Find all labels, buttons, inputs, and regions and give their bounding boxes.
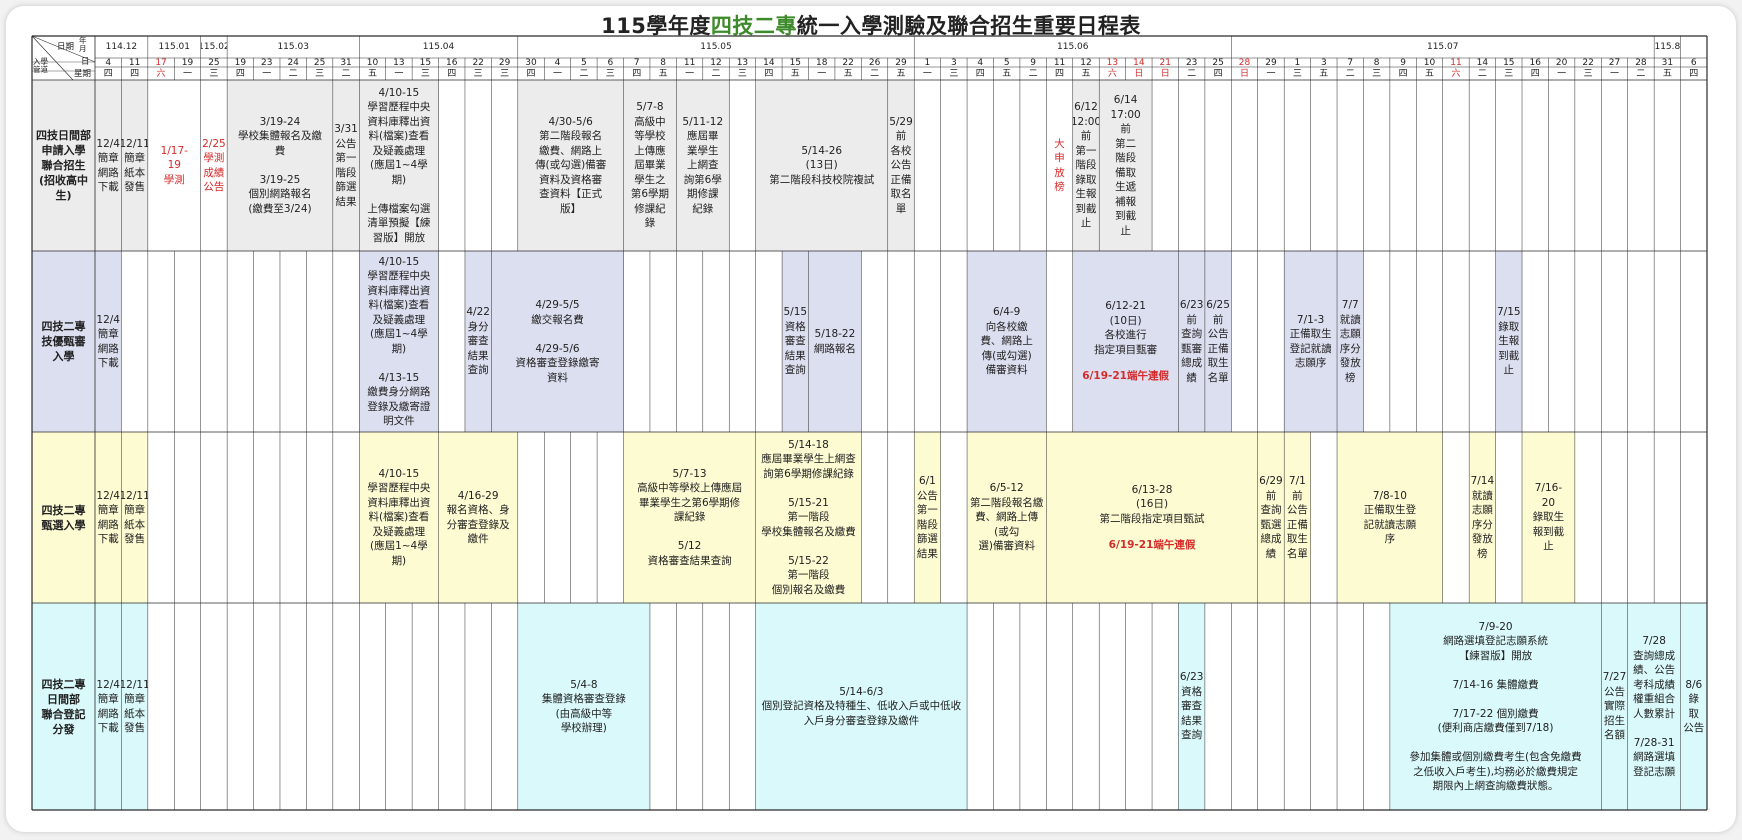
title-suffix: 統一入學測驗及聯合招生重要日程表 — [796, 14, 1141, 38]
title-prefix: 115學年度 — [601, 14, 711, 38]
document-card — [6, 6, 1736, 832]
page-title: 115學年度四技二專統一入學測驗及聯合招生重要日程表 — [0, 10, 1742, 40]
title-highlight: 四技二專 — [710, 14, 797, 38]
